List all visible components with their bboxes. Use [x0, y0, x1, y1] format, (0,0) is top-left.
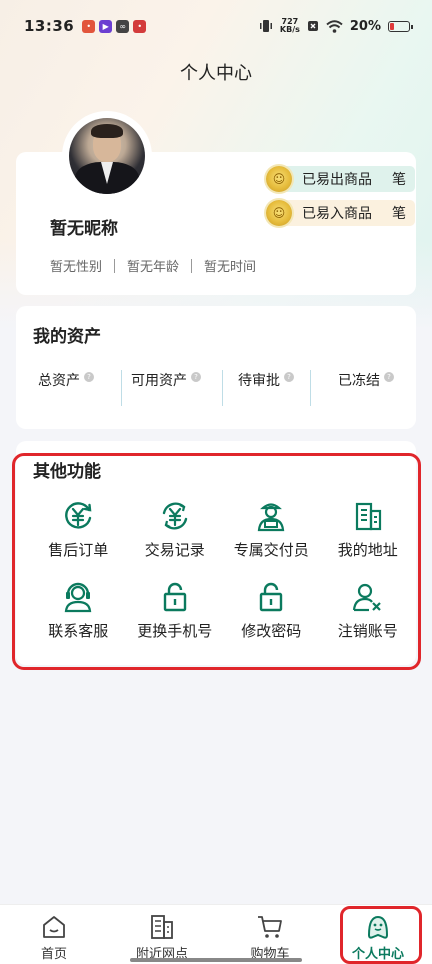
divider [310, 370, 311, 406]
func-my-address[interactable]: 我的地址 [320, 499, 417, 560]
asset-pending-label: 待审批 [238, 373, 280, 389]
profile-meta: 暂无性别 暂无年龄 暂无时间 [50, 256, 256, 275]
page-title: 个人中心 [180, 63, 252, 84]
nickname[interactable]: 暂无昵称 [50, 214, 118, 239]
medal-icon: ☺ [266, 200, 292, 226]
app-play-icon: ▶ [99, 19, 113, 33]
nav-home[interactable]: 首页 [0, 905, 108, 964]
functions-title: 其他功能 [33, 462, 101, 482]
divider [191, 258, 193, 273]
nav-label: 首页 [40, 947, 67, 962]
sim-icon [307, 21, 318, 31]
bottom-nav: 首页 附近网点 购物车 个人中心 [0, 904, 432, 964]
sold-label: 已易出商品 [302, 172, 372, 188]
asset-available-label: 可用资产 [131, 373, 187, 389]
status-app-icons: • ▶ ∞ • [82, 19, 147, 33]
avatar-photo [69, 118, 145, 194]
app-link-icon: ∞ [116, 19, 130, 33]
vibrate-icon [259, 20, 272, 32]
help-icon[interactable]: ? [84, 372, 94, 382]
func-label: 联系客服 [48, 622, 109, 640]
func-label: 我的地址 [337, 541, 398, 559]
nav-label: 个人中心 [351, 947, 404, 962]
func-label: 更换手机号 [137, 622, 213, 640]
wifi-icon [326, 19, 343, 33]
home-indicator[interactable] [130, 958, 302, 962]
lock-icon [163, 582, 186, 612]
func-delete-account[interactable]: 注销账号 [320, 580, 417, 641]
asset-pending[interactable]: 待审批 ? [216, 370, 316, 390]
avatar[interactable] [62, 111, 152, 201]
bought-goods-badge[interactable]: ☺ 已易入商品 笔 [266, 200, 415, 226]
help-icon[interactable]: ? [284, 372, 294, 382]
app-red2-icon: • [133, 19, 147, 33]
building-icon [151, 915, 173, 939]
building-icon [355, 502, 381, 531]
nav-personal-center[interactable]: 个人中心 [324, 905, 432, 964]
functions-grid: 售后订单 交易记录 专属交付员 我的地址 联系客服 更换手机号 修改密码 注销账… [30, 499, 416, 641]
divider [222, 370, 223, 406]
func-label: 注销账号 [337, 622, 398, 640]
nav-nearby-outlets[interactable]: 附近网点 [108, 905, 216, 964]
app-red-icon: • [82, 19, 96, 33]
medal-icon: ☺ [266, 166, 292, 192]
person-icon [367, 915, 389, 939]
func-label: 修改密码 [241, 622, 302, 640]
sold-unit: 笔 [392, 172, 406, 188]
asset-frozen[interactable]: 已冻结 ? [316, 370, 416, 390]
assets-card: 我的资产 总资产 ? 可用资产 ? 待审批 ? 已冻结 ? [16, 306, 416, 429]
time-text: 暂无时间 [204, 260, 257, 275]
sold-goods-badge[interactable]: ☺ 已易出商品 笔 [266, 166, 415, 192]
status-bar: 13:36 • ▶ ∞ • 727 KB/s 20% [0, 0, 432, 52]
func-change-password[interactable]: 修改密码 [223, 580, 320, 641]
headset-icon [65, 582, 92, 613]
asset-available[interactable]: 可用资产 ? [116, 370, 216, 390]
yuan-cycle-icon [162, 502, 187, 530]
battery-icon [388, 20, 413, 32]
func-label: 售后订单 [48, 541, 109, 559]
func-change-phone[interactable]: 更换手机号 [127, 580, 224, 641]
age-text: 暂无年龄 [127, 260, 180, 275]
user-remove-icon [352, 583, 381, 612]
help-icon[interactable]: ? [191, 372, 201, 382]
func-after-sales-orders[interactable]: 售后订单 [30, 499, 127, 560]
asset-frozen-label: 已冻结 [338, 373, 380, 389]
status-time: 13:36 [24, 17, 75, 35]
functions-card: 其他功能 售后订单 交易记录 专属交付员 我的地址 联系客服 更换手机号 修改密… [16, 441, 416, 665]
help-icon[interactable]: ? [384, 372, 394, 382]
func-label: 专属交付员 [233, 541, 309, 559]
nav-cart[interactable]: 购物车 [216, 905, 324, 964]
func-label: 交易记录 [144, 541, 205, 559]
gender-text: 暂无性别 [50, 260, 103, 275]
assets-title: 我的资产 [33, 327, 101, 347]
status-right: 727 KB/s 20% [259, 18, 413, 34]
func-transaction-records[interactable]: 交易记录 [127, 499, 224, 560]
lock-icon [260, 582, 283, 612]
courier-icon [258, 503, 285, 532]
yuan-refund-icon [65, 502, 92, 529]
func-exclusive-courier[interactable]: 专属交付员 [223, 499, 320, 560]
divider [114, 258, 116, 273]
asset-total[interactable]: 总资产 ? [16, 370, 116, 390]
divider [121, 370, 122, 406]
net-speed: 727 KB/s [280, 18, 300, 34]
asset-total-label: 总资产 [38, 373, 80, 389]
battery-text: 20% [349, 18, 381, 34]
cart-icon [258, 916, 282, 938]
bought-unit: 笔 [392, 206, 406, 222]
net-speed-unit: KB/s [279, 25, 300, 34]
func-contact-service[interactable]: 联系客服 [30, 580, 127, 641]
home-icon [43, 916, 65, 938]
assets-row: 总资产 ? 可用资产 ? 待审批 ? 已冻结 ? [16, 370, 416, 406]
bought-label: 已易入商品 [302, 206, 372, 222]
